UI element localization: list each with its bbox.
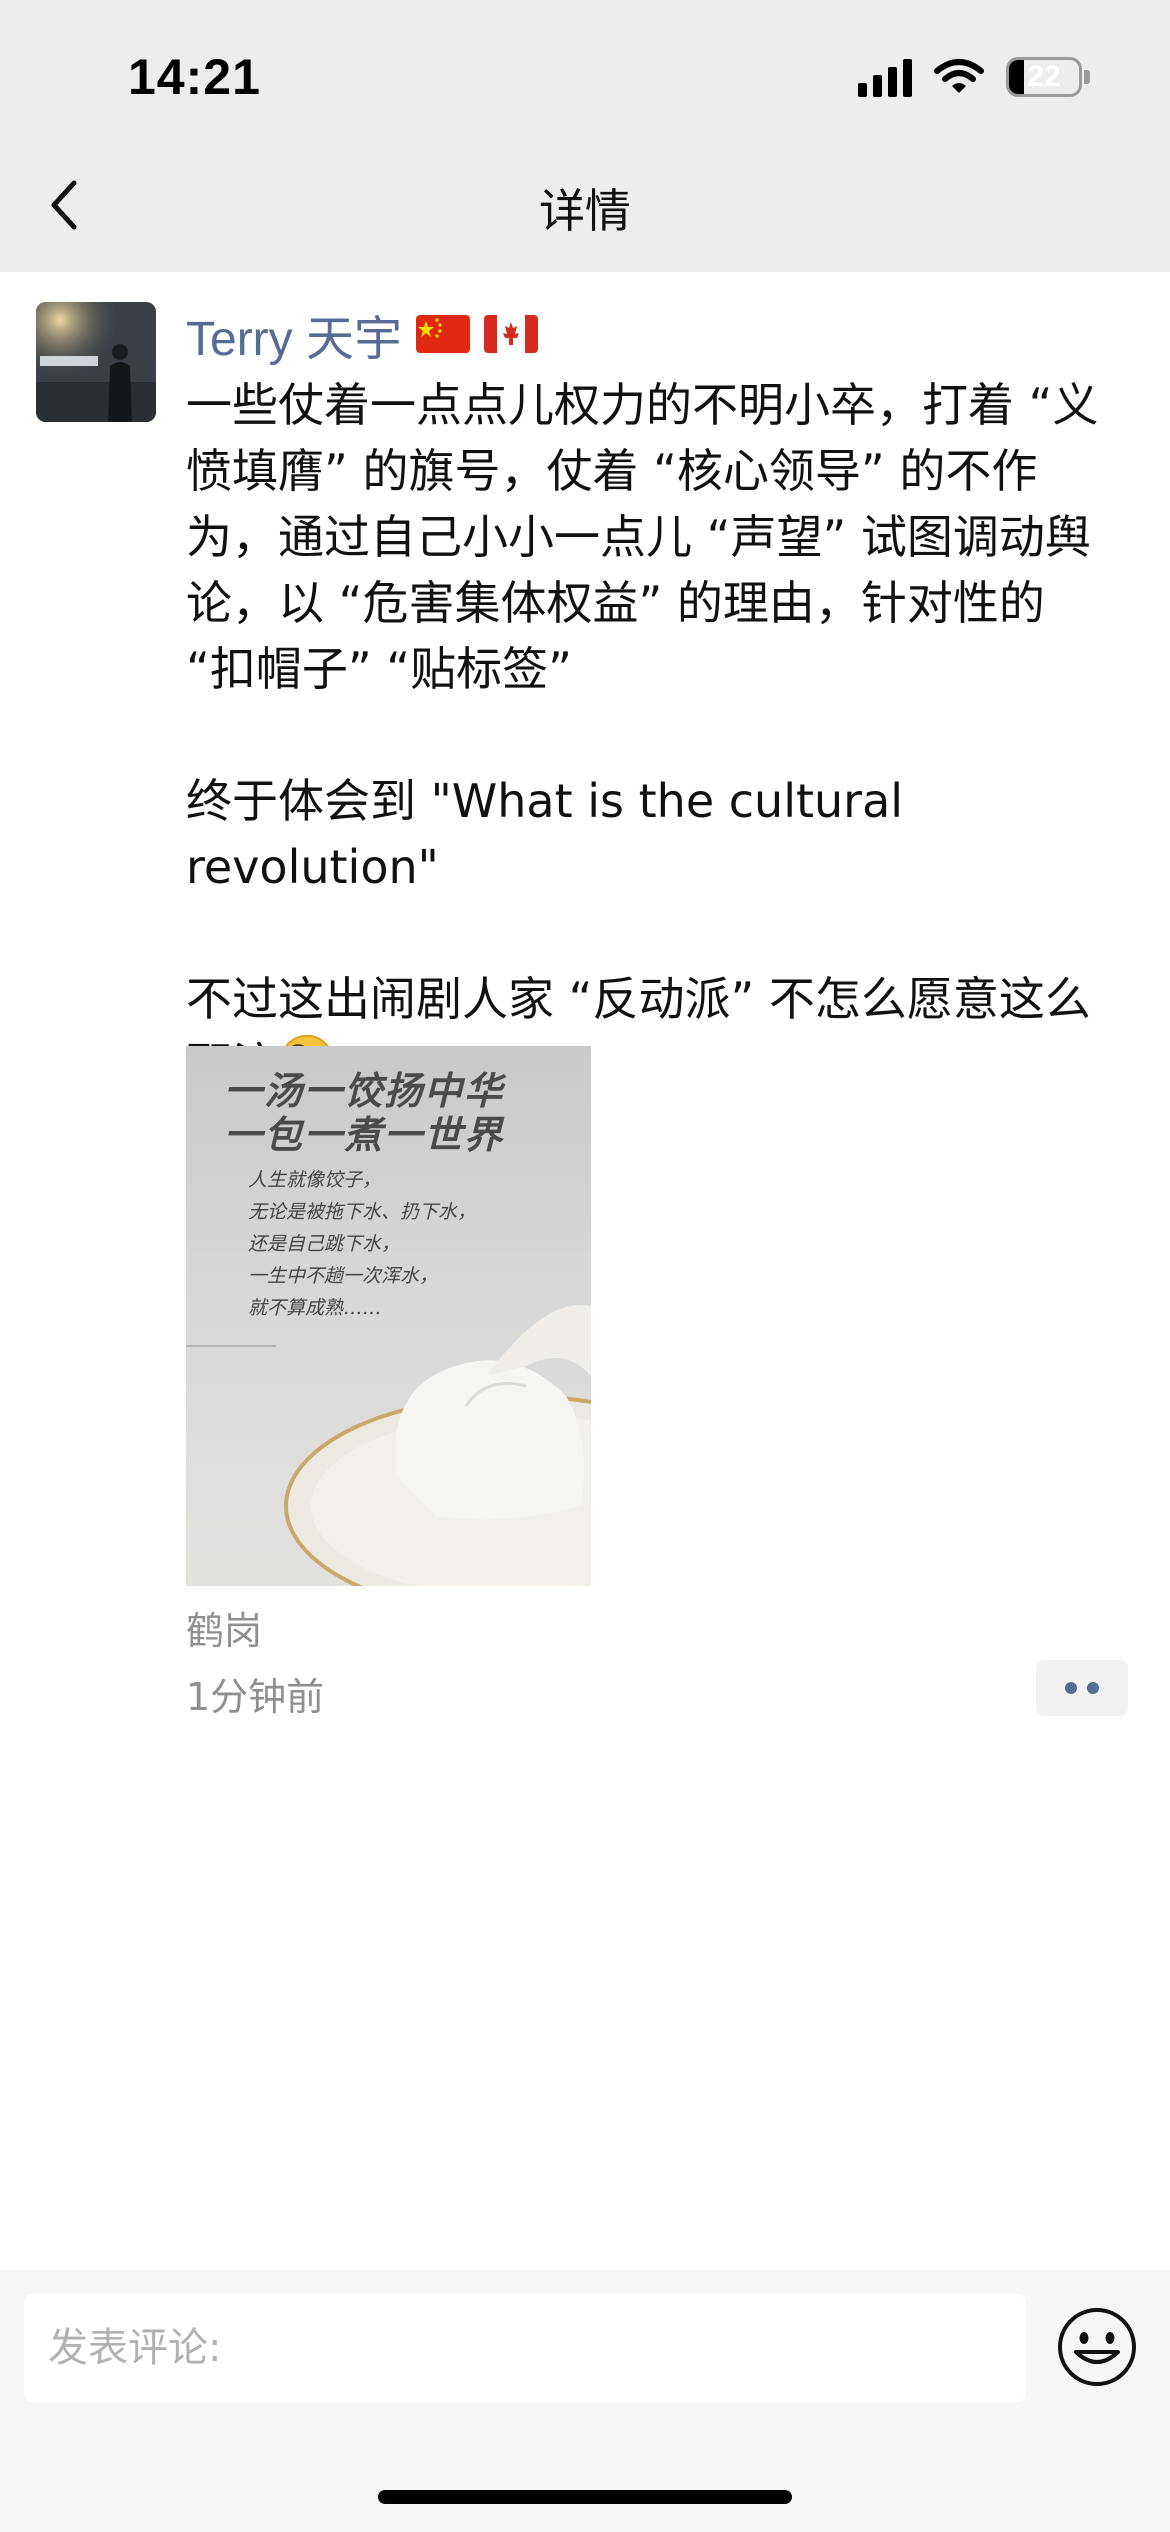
battery-icon: 22 bbox=[1006, 57, 1082, 97]
comment-input[interactable]: 发表评论: bbox=[24, 2294, 1026, 2402]
post-image[interactable]: 一汤一饺扬中华 一包一煮一世界 人生就像饺子， 无论是被拖下水、扔下水， 还是自… bbox=[186, 1046, 591, 1586]
page-title: 详情 bbox=[539, 184, 631, 238]
post-paragraph: 一些仗着一点点儿权力的不明小卒，打着 “义愤填膺” 的旗号，仗着 “核心领导” … bbox=[186, 378, 1099, 696]
post-location[interactable]: 鹤岗 bbox=[186, 1600, 262, 1655]
two-dots-icon bbox=[1065, 1682, 1077, 1694]
two-dots-icon bbox=[1087, 1682, 1099, 1694]
china-flag-icon bbox=[416, 315, 471, 353]
top-bar: 14:21 22 详情 bbox=[0, 0, 1170, 272]
post-body: 一些仗着一点点儿权力的不明小卒，打着 “义愤填膺” 的旗号，仗着 “核心领导” … bbox=[186, 372, 1126, 1098]
back-button[interactable] bbox=[40, 175, 90, 235]
page-title-wrap: 详情 bbox=[0, 175, 1170, 241]
cellular-signal-icon bbox=[858, 57, 912, 97]
dumpling-plate-illustration bbox=[186, 1304, 591, 1586]
status-icons: 22 bbox=[858, 52, 1090, 102]
wifi-icon bbox=[934, 59, 984, 93]
battery-nub bbox=[1084, 70, 1090, 84]
avatar[interactable] bbox=[36, 302, 156, 422]
more-actions-button[interactable] bbox=[1036, 1660, 1128, 1716]
smiley-face-icon[interactable] bbox=[1056, 2306, 1138, 2388]
home-indicator bbox=[378, 2490, 792, 2504]
status-time: 14:21 bbox=[128, 49, 261, 105]
post-paragraph: 终于体会到 "What is the cultural revolution" bbox=[186, 774, 918, 894]
canada-flag-icon bbox=[484, 315, 539, 353]
battery-level-text: 22 bbox=[1027, 60, 1061, 93]
author-row: Terry 天宇 bbox=[186, 299, 539, 369]
author-name[interactable]: Terry 天宇 bbox=[186, 299, 402, 369]
post-timestamp: 1分钟前 bbox=[186, 1675, 325, 1719]
avatar-photo bbox=[36, 302, 156, 422]
